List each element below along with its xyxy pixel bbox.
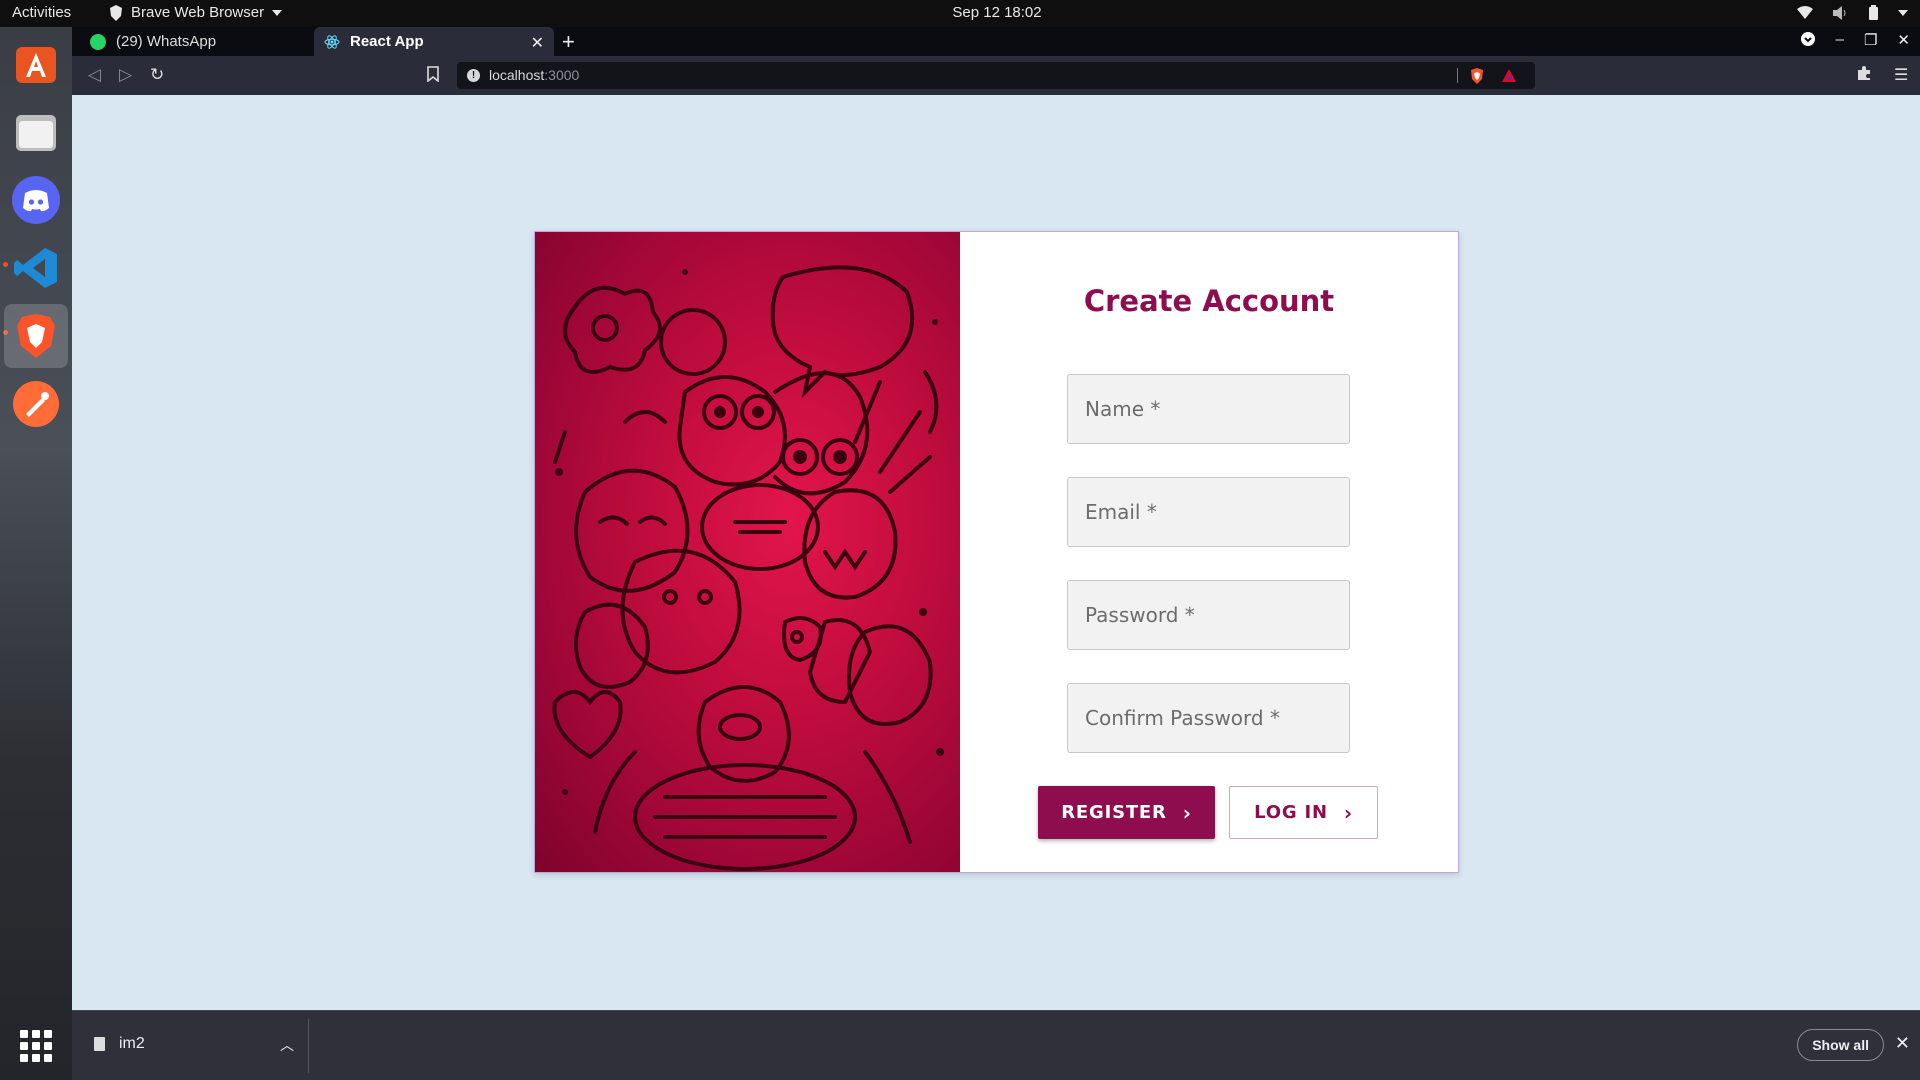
ubuntu-software-icon[interactable]: [4, 32, 68, 96]
url-text: localhost:3000: [489, 67, 580, 83]
brave-icon[interactable]: [4, 304, 68, 368]
battery-icon: [1869, 5, 1878, 20]
download-item[interactable]: im2: [94, 1035, 145, 1053]
brave-rewards-icon[interactable]: [1501, 68, 1517, 83]
show-all-button[interactable]: Show all: [1797, 1029, 1884, 1061]
system-top-bar: Activities Brave Web Browser Sep 12 18:0…: [0, 0, 1920, 27]
name-field[interactable]: [1067, 374, 1350, 444]
shelf-divider: [308, 1019, 309, 1073]
register-button[interactable]: REGISTER ›: [1038, 786, 1215, 839]
doodle-illustration: [552, 265, 944, 871]
window-controls: – ❐ ✕: [1800, 31, 1910, 49]
new-tab-icon[interactable]: +: [562, 29, 575, 55]
register-button-label: REGISTER: [1061, 802, 1167, 823]
close-shelf-icon[interactable]: ✕: [1895, 1033, 1910, 1054]
extensions-icon[interactable]: [1856, 65, 1872, 81]
tab-label: React App: [350, 33, 424, 50]
tab-whatsapp[interactable]: (29) WhatsApp: [80, 27, 312, 56]
confirm-password-field[interactable]: [1067, 683, 1350, 753]
address-bar[interactable]: ! localhost:3000: [457, 62, 1535, 89]
download-file-name: im2: [119, 1035, 145, 1052]
back-icon[interactable]: ◁: [88, 65, 101, 85]
signup-card: Create Account REGISTER › LOG IN ›: [534, 231, 1459, 873]
chevron-right-icon: ›: [1343, 800, 1353, 825]
bookmark-icon[interactable]: [427, 66, 439, 82]
tab-label: (29) WhatsApp: [116, 33, 217, 50]
browser-toolbar: ◁ ▷ ↻ ! localhost:3000 ☰: [72, 56, 1920, 95]
brave-shields-icon[interactable]: [1469, 67, 1485, 85]
chevron-right-icon: ›: [1182, 800, 1192, 825]
dock: [0, 27, 72, 1080]
urlbar-divider: [1457, 68, 1458, 83]
clock[interactable]: Sep 12 18:02: [0, 4, 1920, 21]
wifi-icon: [1797, 6, 1813, 19]
login-button[interactable]: LOG IN ›: [1229, 786, 1378, 839]
close-tab-icon[interactable]: ✕: [531, 33, 544, 53]
tab-strip: (29) WhatsApp React App ✕ + – ❐ ✕: [72, 27, 1920, 56]
tab-search-icon[interactable]: [1800, 31, 1816, 47]
doodle-artwork: [535, 232, 960, 872]
minimize-icon[interactable]: –: [1836, 31, 1844, 49]
login-button-label: LOG IN: [1254, 802, 1328, 823]
chevron-up-icon[interactable]: ︿: [280, 1035, 294, 1055]
volume-icon: [1833, 5, 1846, 20]
maximize-icon[interactable]: ❐: [1864, 31, 1877, 49]
show-applications-icon[interactable]: [20, 1030, 52, 1062]
postman-icon[interactable]: [4, 372, 68, 436]
tab-react-app[interactable]: React App ✕: [314, 27, 554, 56]
site-info-icon[interactable]: !: [467, 69, 480, 82]
page-viewport: Create Account REGISTER › LOG IN ›: [72, 95, 1920, 1010]
form-title: Create Account: [1083, 284, 1335, 318]
menu-icon[interactable]: ☰: [1894, 65, 1908, 85]
download-shelf: im2 ︿ Show all ✕: [72, 1010, 1920, 1080]
email-field[interactable]: [1067, 477, 1350, 547]
close-window-icon[interactable]: ✕: [1897, 31, 1910, 49]
reload-icon[interactable]: ↻: [150, 65, 164, 85]
react-icon: [324, 34, 340, 49]
vscode-icon[interactable]: [4, 236, 68, 300]
system-menu-chevron-icon: [1898, 9, 1908, 16]
signup-form: Create Account REGISTER › LOG IN ›: [960, 232, 1458, 872]
whatsapp-icon: [90, 33, 106, 50]
file-icon: [94, 1037, 105, 1051]
forward-icon[interactable]: ▷: [119, 65, 132, 85]
discord-icon[interactable]: [4, 168, 68, 232]
system-tray[interactable]: [1797, 5, 1908, 20]
password-field[interactable]: [1067, 580, 1350, 650]
files-icon[interactable]: [4, 100, 68, 164]
